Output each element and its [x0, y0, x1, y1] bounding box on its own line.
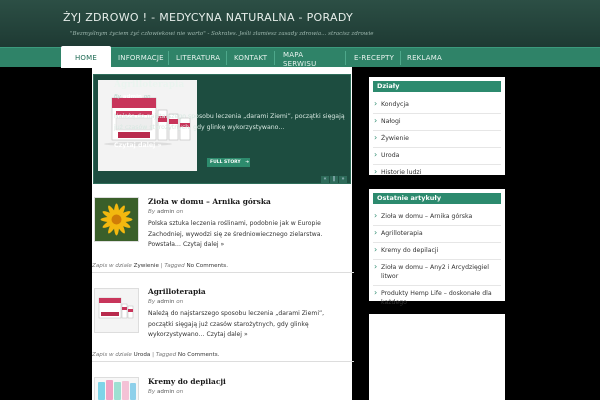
post-author[interactable]: admin [157, 389, 175, 395]
widget-title: Działy [373, 81, 501, 92]
post-comments-link[interactable]: No Comments. [178, 352, 219, 358]
slider-pause-button[interactable]: ‖ [330, 176, 338, 183]
post-title[interactable]: Agrilloterapia [148, 287, 206, 296]
widget-title: Ostatnie artykuły [373, 193, 501, 204]
depilation-cream-image [95, 378, 138, 400]
post-title[interactable]: Kremy do depilacji [148, 377, 226, 386]
post-meta: By admin on [148, 389, 184, 395]
nav-separator [274, 51, 275, 65]
nav-item-e-recepty[interactable]: E-RECEPTY [354, 48, 394, 68]
nav-separator [226, 51, 227, 65]
recent-posts-list: Zioła w domu – Arnika górska Agrillotera… [373, 209, 501, 311]
post-author[interactable]: admin [157, 299, 175, 305]
arnica-flower-image [95, 198, 138, 241]
category-item[interactable]: Historie ludzi [373, 165, 501, 181]
nav-item-kontakt[interactable]: KONTAKT [234, 48, 267, 68]
category-item[interactable]: Kondycja [373, 97, 501, 114]
category-item[interactable]: Żywienie [373, 131, 501, 148]
site-tagline: "Bezmyślnym życiem żyć człowiekowi nie w… [70, 31, 374, 37]
nav-item-reklama[interactable]: REKLAMA [407, 48, 442, 68]
nav-item-literatura[interactable]: LITERATURA [176, 48, 220, 68]
nav-separator [400, 51, 401, 65]
post-excerpt: Polska sztuka leczenia roślinami, podobn… [148, 220, 323, 248]
featured-meta: By admin on [114, 94, 151, 100]
site-header: ŻYJ ZDROWO ! - MEDYCYNA NATURALNA - PORA… [0, 0, 600, 47]
sidebar-categories-widget: Działy Kondycja Nałogi Żywienie Uroda Hi… [369, 77, 505, 176]
recent-post-item[interactable]: Kremy do depilacji [373, 243, 501, 260]
site-title[interactable]: ŻYJ ZDROWO ! - MEDYCYNA NATURALNA - PORA… [63, 11, 353, 24]
recent-post-item[interactable]: Zioła w domu – Any2 i Arcydzięgiel litwo… [373, 260, 501, 286]
featured-read-more[interactable]: Czytaj dalej » [114, 142, 162, 149]
post-category-link[interactable]: Zywienie [134, 263, 159, 269]
category-item[interactable]: Nałogi [373, 114, 501, 131]
featured-author[interactable]: admin [123, 94, 142, 100]
slider-prev-button[interactable]: « [321, 176, 329, 183]
nav-item-informacje[interactable]: INFORMACJE [118, 48, 164, 68]
post-meta: By admin on [148, 209, 184, 215]
categories-list: Kondycja Nałogi Żywienie Uroda Historie … [373, 97, 501, 181]
post-thumbnail[interactable] [94, 377, 139, 400]
post-category-link[interactable]: Uroda [134, 352, 151, 358]
post-thumbnail[interactable] [94, 197, 139, 242]
featured-title[interactable]: Agrilloterapia [114, 80, 184, 90]
recent-post-item[interactable]: Zioła w domu – Arnika górska [373, 209, 501, 226]
nav-item-home[interactable]: HOME [61, 46, 111, 68]
post-excerpt: Należą do najstarszego sposobu leczenia … [148, 310, 325, 338]
arrow-right-icon: ➔ [245, 160, 250, 165]
product-image [95, 289, 138, 332]
nav-separator [345, 51, 346, 65]
post-author[interactable]: admin [157, 209, 175, 215]
recent-post-item[interactable]: Agrilloterapia [373, 226, 501, 243]
post-title[interactable]: Zioła w domu – Arnika górska [148, 197, 271, 206]
post-footer: Zapis w dziale Uroda | Tagged No Comment… [92, 352, 354, 362]
category-item[interactable]: Uroda [373, 148, 501, 165]
post-thumbnail[interactable] [94, 288, 139, 333]
recent-post-item[interactable]: Produkty Hemp Life – doskonałe dla każde… [373, 286, 501, 311]
sidebar-recent-posts-widget: Ostatnie artykuły Zioła w domu – Arnika … [369, 189, 505, 306]
main-navigation: HOME INFORMACJE LITERATURA KONTAKT MAPA … [0, 46, 600, 68]
featured-excerpt: Należą do najstarszego sposobu leczenia … [114, 113, 345, 131]
post-comments-link[interactable]: No Comments. [187, 263, 228, 269]
nav-separator [168, 51, 169, 65]
full-story-button[interactable]: FULL STORY ➔ [207, 158, 250, 167]
post-meta: By admin on [148, 299, 184, 305]
post-footer: Zapis w dziale Zywienie | Tagged No Comm… [92, 263, 354, 273]
sidebar-empty-area [369, 314, 505, 400]
slider-next-button[interactable]: » [339, 176, 347, 183]
